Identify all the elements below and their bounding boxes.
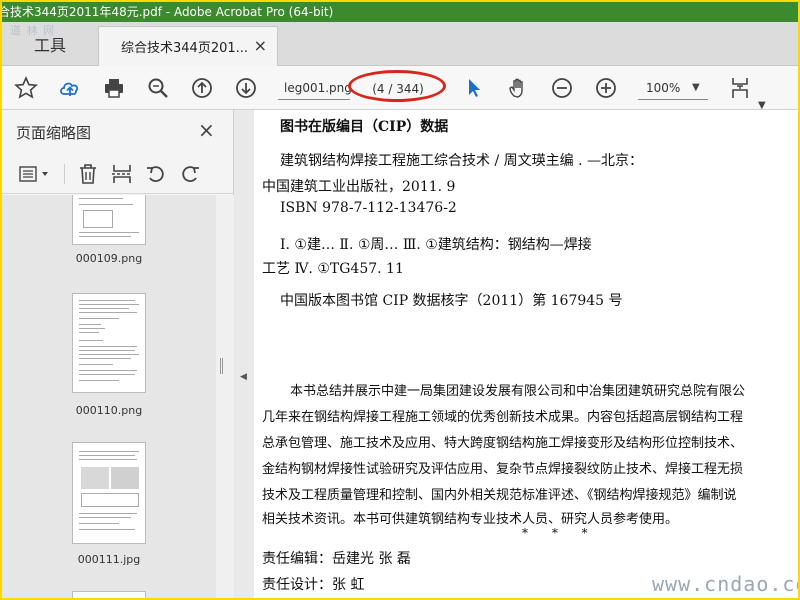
summary-line: 金结构钢材焊接性试验研究及评估应用、复杂节点焊接裂纹防止技术、焊接工程无损 — [262, 462, 744, 477]
panel-title: 页面缩略图 — [16, 124, 92, 142]
designer-credit: 责任设计：张 虹 — [262, 577, 365, 593]
thumbnail-label: 000109.png — [75, 252, 143, 265]
thumbnail-label: 000110.png — [75, 404, 143, 417]
section-separator: * * * — [522, 526, 598, 540]
tab-close-button[interactable]: × — [254, 36, 267, 55]
cip-line: ISBN 978-7-112-13476-2 — [280, 200, 457, 216]
fit-page-icon[interactable] — [726, 74, 754, 102]
page-thumbnails-panel: 页面缩略图 × 000109.png 000110.png 000111.jpg — [2, 110, 234, 598]
summary-line: 技术及工程质量管理和控制、国内外相关规范标准评述、《钢结构焊接规范》编制说 — [262, 488, 737, 503]
hand-icon[interactable] — [504, 74, 532, 102]
thumbnail-options-icon[interactable] — [18, 162, 52, 186]
thumbnail-label: 000111.jpg — [77, 553, 141, 566]
editor-credit: 责任编辑：岳建光 张 磊 — [262, 551, 411, 567]
summary-line: 相关技术资讯。本书可供建筑钢结构专业技术人员、研究人员参考使用。 — [262, 512, 679, 527]
trash-icon[interactable] — [76, 162, 100, 186]
thumbnail-page-109[interactable] — [72, 195, 146, 245]
cip-line: 中国建筑工业出版社，2011. 9 — [262, 179, 456, 195]
thumbnail-scrollbar[interactable] — [216, 195, 234, 598]
cip-line: Ⅰ. ①建… Ⅱ. ①周… Ⅲ. ①建筑结构：钢结构—焊接 — [280, 237, 592, 253]
extract-pages-icon[interactable] — [110, 162, 134, 186]
filename-field[interactable]: leg001.png — [278, 78, 352, 100]
title-bar: 合技术344页2011年48元.pdf - Adobe Acrobat Pro … — [2, 2, 798, 22]
cip-heading: 图书在版编目（CIP）数据 — [280, 119, 449, 135]
cip-line: 建筑钢结构焊接工程施工综合技术 / 周文瑛主编 . —北京： — [280, 153, 643, 169]
panel-toolbar — [2, 154, 234, 194]
scrollbar-grip[interactable] — [220, 358, 223, 374]
page-down-icon[interactable] — [232, 74, 260, 102]
upload-cloud-icon[interactable] — [56, 74, 84, 102]
tab-document-label: 综合技术344页201... — [121, 41, 249, 56]
zoom-dropdown-icon[interactable]: ▼ — [692, 82, 700, 93]
thumbnail-page-111[interactable] — [72, 442, 146, 544]
tab-tools[interactable]: 工具 — [2, 22, 98, 66]
tab-bar: 道 林 网 工具 综合技术344页201... × — [2, 22, 798, 66]
panel-splitter[interactable] — [234, 110, 254, 598]
page-up-icon[interactable] — [188, 74, 216, 102]
rotate-right-icon[interactable] — [178, 162, 202, 186]
site-watermark: www.cndao.com — [652, 572, 798, 596]
cip-line: 工艺 Ⅳ. ①TG457. 11 — [262, 261, 404, 277]
highlight-oval — [348, 70, 446, 102]
divider — [64, 164, 65, 184]
thumbnail-list: 000109.png 000110.png 000111.jpg — [2, 195, 216, 598]
zoom-out-icon[interactable] — [548, 74, 576, 102]
thumbnail-page-110[interactable] — [72, 293, 146, 393]
application-window: 合技术344页2011年48元.pdf - Adobe Acrobat Pro … — [2, 2, 798, 598]
summary-line: 本书总结并展示中建一局集团建设发展有限公司和中冶集团建筑研究总院有限公 — [290, 384, 746, 399]
zoom-search-icon[interactable] — [144, 74, 172, 102]
cip-line: 中国版本图书馆 CIP 数据核字（2011）第 167945 号 — [280, 293, 623, 309]
summary-line: 几年来在钢结构焊接工程施工领域的优秀创新技术成果。内容包括超高层钢结构工程 — [262, 410, 744, 425]
rotate-left-icon[interactable] — [144, 162, 168, 186]
thumbnail-page-112[interactable] — [72, 591, 146, 598]
zoom-in-icon[interactable] — [592, 74, 620, 102]
collapse-arrow-icon[interactable]: ◀ — [240, 372, 247, 382]
document-view[interactable]: 图书在版编目（CIP）数据 建筑钢结构焊接工程施工综合技术 / 周文瑛主编 . … — [254, 110, 798, 598]
print-icon[interactable] — [100, 74, 128, 102]
summary-line: 总承包管理、施工技术及应用、特大跨度钢结构施工焊接变形及结构形位控制技术、 — [262, 436, 744, 451]
main-toolbar: leg001.png (4 / 344) 100% ▼ ▼ — [2, 66, 798, 111]
panel-close-button[interactable]: × — [198, 118, 215, 142]
select-cursor-icon[interactable] — [460, 74, 488, 102]
tab-document[interactable]: 综合技术344页201... × — [98, 26, 278, 66]
star-icon[interactable] — [12, 74, 40, 102]
window-title: 合技术344页2011年48元.pdf - Adobe Acrobat Pro … — [2, 5, 334, 19]
